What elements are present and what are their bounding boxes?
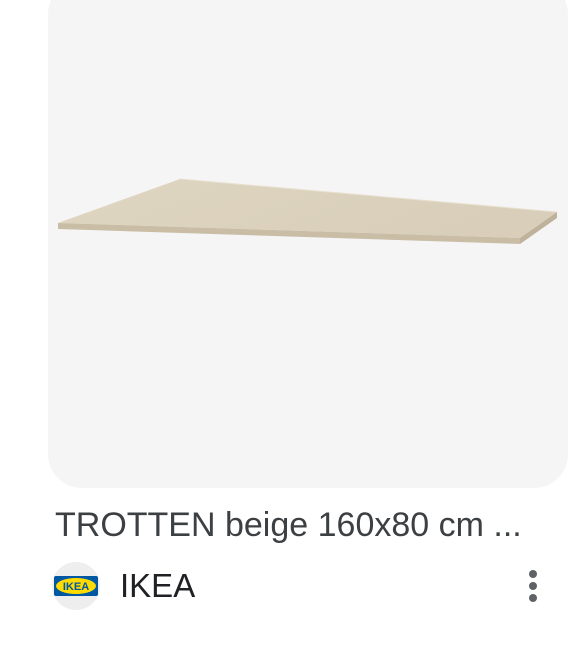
menu-dot [529, 594, 537, 602]
ikea-logo-icon: IKEA [52, 562, 100, 610]
more-vert-icon[interactable] [518, 566, 548, 606]
svg-text:IKEA: IKEA [63, 581, 89, 593]
result-title[interactable]: TROTTEN beige 160x80 cm ... [55, 503, 565, 547]
source-name[interactable]: IKEA [120, 564, 195, 608]
menu-dot [529, 570, 537, 578]
source-row[interactable]: IKEA IKEA [52, 562, 562, 610]
product-image[interactable] [48, 0, 568, 488]
tabletop-image [58, 178, 558, 244]
search-result-card[interactable]: TROTTEN beige 160x80 cm ... IKEA IKEA [0, 0, 577, 649]
menu-dot [529, 582, 537, 590]
